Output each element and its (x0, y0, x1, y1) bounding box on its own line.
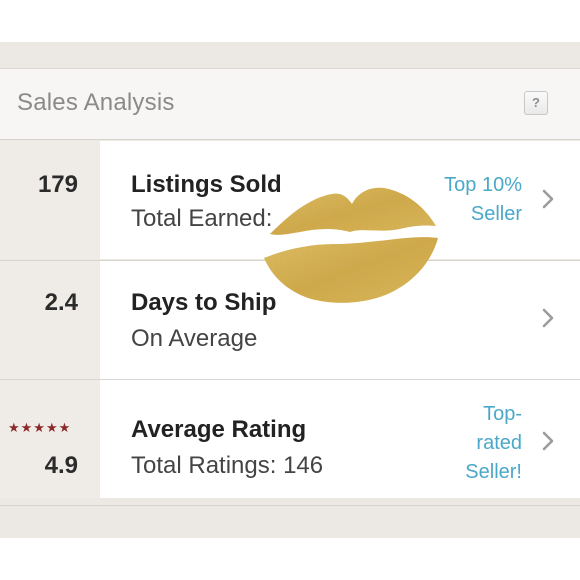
bottom-background-strip (0, 538, 580, 580)
row-content-cell (100, 261, 580, 379)
page-title: Sales Analysis (17, 89, 175, 116)
listings-sold-count: 179 (37, 171, 78, 198)
help-icon[interactable]: ? (524, 91, 548, 115)
chevron-right-icon[interactable] (540, 188, 556, 210)
row-value-cell (0, 380, 100, 498)
sales-analysis-header: Sales Analysis ? (0, 68, 580, 140)
badge-line: Seller (470, 203, 522, 225)
row-value-cell (0, 261, 100, 379)
row-divider (0, 505, 580, 506)
top-rated-seller-badge[interactable]: Top- rated Seller! (465, 400, 522, 487)
badge-line: rated (476, 432, 522, 454)
average-rating-row[interactable]: ★★★★★ 4.9 Average Rating Total Ratings: … (0, 380, 580, 498)
listings-sold-row[interactable]: 179 Listings Sold Total Earned: Top 10% … (0, 141, 580, 259)
days-to-ship-row[interactable]: 2.4 Days to Ship On Average (0, 261, 580, 379)
listings-sold-title: Listings Sold (131, 171, 282, 198)
badge-line: Top- (483, 403, 522, 425)
star-rating-icon: ★★★★★ (8, 420, 72, 435)
days-to-ship-title: Days to Ship (131, 289, 277, 316)
total-ratings-label: Total Ratings: 146 (131, 452, 324, 479)
total-earned-label: Total Earned: (131, 205, 273, 232)
days-to-ship-value: 2.4 (44, 289, 78, 316)
badge-line: Seller! (465, 461, 522, 483)
average-rating-title: Average Rating (131, 416, 307, 443)
top-seller-badge[interactable]: Top 10% Seller (444, 171, 522, 229)
chevron-right-icon[interactable] (540, 307, 556, 329)
average-rating-value: 4.9 (44, 452, 78, 479)
row-value-cell (0, 141, 100, 259)
on-average-label: On Average (131, 325, 258, 352)
top-background-strip (0, 0, 580, 42)
badge-line: Top 10% (444, 174, 522, 196)
chevron-right-icon[interactable] (540, 430, 556, 452)
